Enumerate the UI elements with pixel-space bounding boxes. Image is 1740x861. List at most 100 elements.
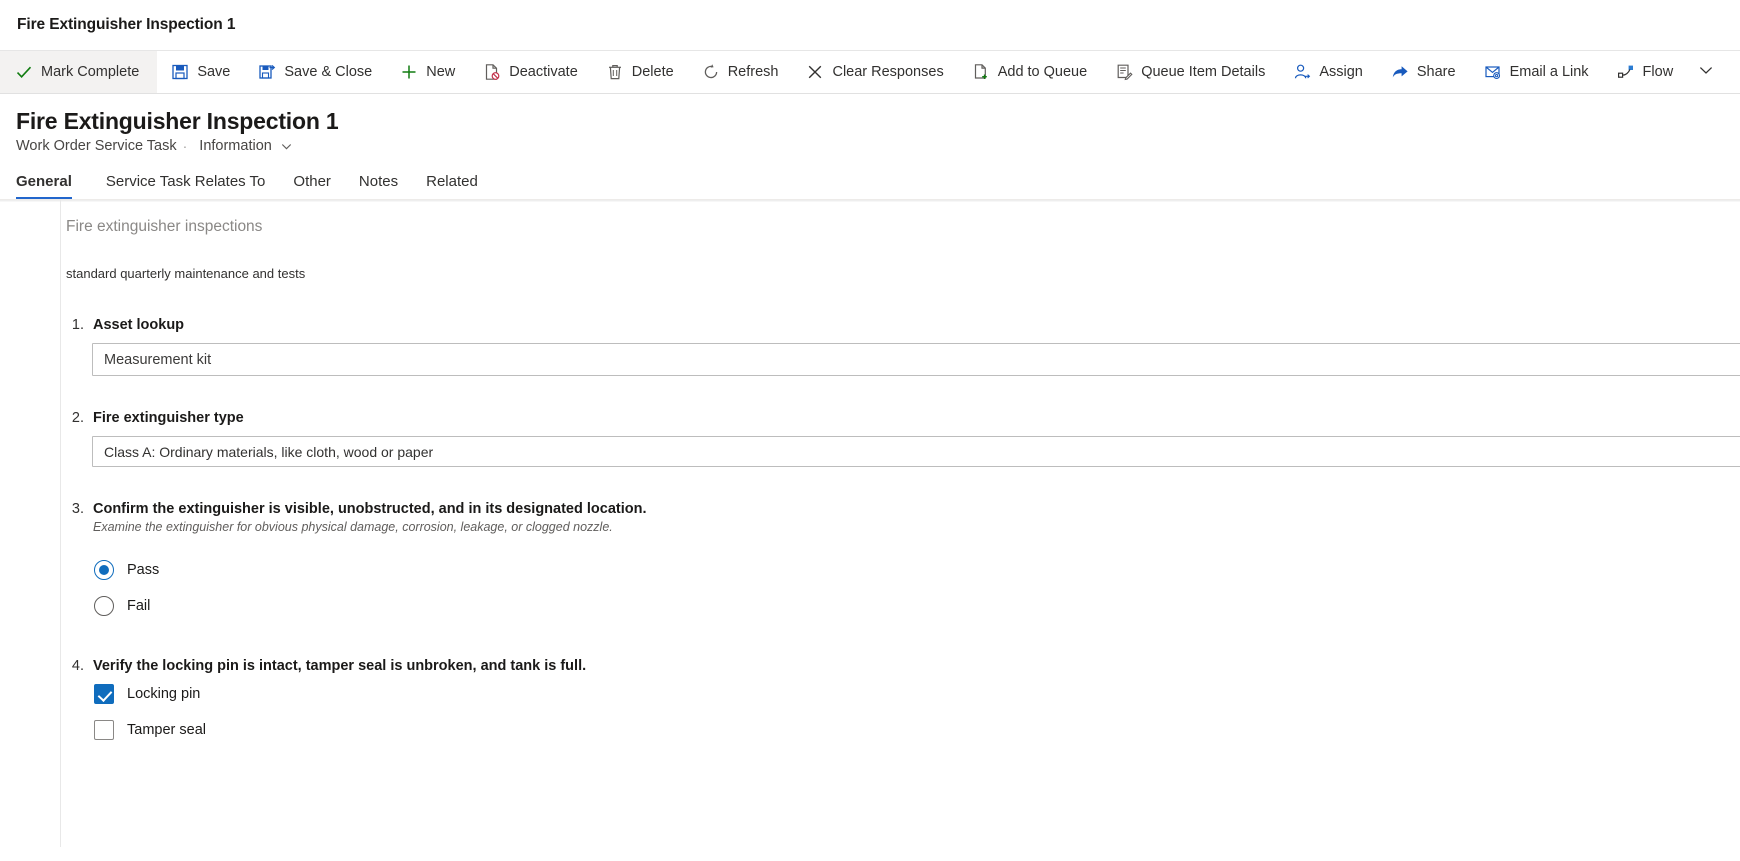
left-panel-divider [60,200,61,847]
question-3: 3. Confirm the extinguisher is visible, … [66,501,1740,624]
delete-button[interactable]: Delete [592,51,688,93]
tab-label: Notes [358,173,399,190]
share-icon [1391,63,1409,81]
save-button[interactable]: Save [157,51,244,93]
inspection-description: standard quarterly maintenance and tests [66,266,306,281]
section-divider [0,200,1740,202]
checkbox-option-tamper-seal[interactable]: Tamper seal [94,712,1740,748]
clear-responses-button[interactable]: Clear Responses [792,51,957,93]
question-number: 1. [71,317,84,333]
email-a-link-button[interactable]: Email a Link [1470,51,1603,93]
radio-option-fail[interactable]: Fail [94,588,1740,624]
app-title: Fire Extinguisher Inspection 1 [17,16,236,33]
checkbox-checked-icon[interactable] [94,684,114,704]
question-1-field-wrap [66,343,1740,376]
tab-notes[interactable]: Notes [345,173,412,199]
add-to-queue-icon [972,63,990,81]
trash-icon [606,63,624,81]
checkbox-option-locking-pin[interactable]: Locking pin [94,676,1740,712]
new-button[interactable]: New [386,51,469,93]
command-label: Email a Link [1509,64,1589,80]
tab-label: General [16,173,72,190]
command-label: Save & Close [284,64,373,80]
radio-option-label: Fail [127,598,151,614]
checkmark-icon [15,63,33,81]
command-label: Share [1416,64,1456,80]
queue-item-details-button[interactable]: Queue Item Details [1101,51,1279,93]
inspection-form: Fire extinguisher inspections standard q… [0,200,1740,748]
mark-complete-button[interactable]: Mark Complete [0,51,158,93]
checkbox-unchecked-icon[interactable] [94,720,114,740]
tab-service-task-relates-to[interactable]: Service Task Relates To [92,173,280,199]
command-label: New [426,64,456,80]
radio-unselected-icon[interactable] [94,596,114,616]
command-label: Add to Queue [997,64,1088,80]
add-to-queue-button[interactable]: Add to Queue [958,51,1102,93]
chevron-down-icon[interactable] [280,140,293,153]
command-label: Deactivate [509,64,578,80]
command-label: Refresh [727,64,779,80]
question-label: Asset lookup [93,317,185,333]
checkbox-option-label: Tamper seal [127,722,206,738]
radio-selected-icon[interactable] [94,560,114,580]
assign-person-icon [1293,63,1311,81]
email-link-icon [1484,63,1502,81]
radio-option-pass[interactable]: Pass [94,552,1740,588]
command-label: Queue Item Details [1141,64,1266,80]
form-selector-label[interactable]: Information [199,138,272,154]
plus-icon [400,63,418,81]
tab-label: Other [293,173,331,190]
question-1: 1. Asset lookup [66,317,1740,376]
chevron-down-icon [1697,61,1715,84]
question-label: Fire extinguisher type [93,410,244,426]
question-3-radio-group: Pass Fail [94,552,1740,624]
command-bar-overflow-button[interactable] [1687,51,1729,93]
command-label: Delete [631,64,674,80]
command-label: Save [197,64,231,80]
deactivate-icon [483,63,501,81]
queue-item-details-icon [1115,63,1133,81]
question-number: 2. [71,410,84,426]
form-header: Fire Extinguisher Inspection 1 Work Orde… [0,94,1740,154]
command-label: Assign [1319,64,1363,80]
asset-lookup-input[interactable] [92,343,1740,376]
inspection-title: Fire extinguisher inspections [66,218,263,235]
question-1-header: 1. Asset lookup [66,317,1740,333]
question-3-help-text: Examine the extinguisher for obvious phy… [93,520,613,534]
window-title-bar: Fire Extinguisher Inspection 1 [0,0,1740,50]
command-label: Mark Complete [41,64,140,80]
question-number: 3. [71,501,84,517]
tab-other[interactable]: Other [279,173,345,199]
save-and-close-button[interactable]: Save & Close [244,51,386,93]
deactivate-button[interactable]: Deactivate [469,51,592,93]
question-2-field-wrap [66,436,1740,467]
question-3-header: 3. Confirm the extinguisher is visible, … [66,501,1740,517]
form-header-subline: Work Order Service Task · Information [16,138,1740,154]
question-4-checkbox-group: Locking pin Tamper seal [94,676,1740,748]
flow-button[interactable]: Flow [1603,51,1688,93]
question-4-header: 4. Verify the locking pin is intact, tam… [66,658,1740,674]
entity-name: Work Order Service Task [16,138,177,154]
question-4: 4. Verify the locking pin is intact, tam… [66,658,1740,748]
breadcrumb-separator: · [182,138,188,154]
tab-label: Service Task Relates To [105,173,266,190]
tab-related[interactable]: Related [412,173,492,199]
radio-option-label: Pass [127,562,160,578]
refresh-icon [702,63,720,81]
question-2: 2. Fire extinguisher type [66,410,1740,467]
share-button[interactable]: Share [1377,51,1470,93]
question-2-header: 2. Fire extinguisher type [66,410,1740,426]
tab-general[interactable]: General [16,173,86,199]
checkbox-option-label: Locking pin [127,686,201,702]
refresh-button[interactable]: Refresh [688,51,793,93]
command-bar: Mark Complete Save Save & Close New Deac… [0,50,1740,94]
flow-icon [1617,63,1635,81]
form-body: Fire extinguisher inspections standard q… [0,200,1740,847]
save-icon [171,63,189,81]
question-number: 4. [71,658,84,674]
question-label: Verify the locking pin is intact, tamper… [93,658,587,674]
close-x-icon [806,63,824,81]
fire-extinguisher-type-input[interactable] [92,436,1740,467]
assign-button[interactable]: Assign [1279,51,1377,93]
save-and-close-icon [258,63,276,81]
